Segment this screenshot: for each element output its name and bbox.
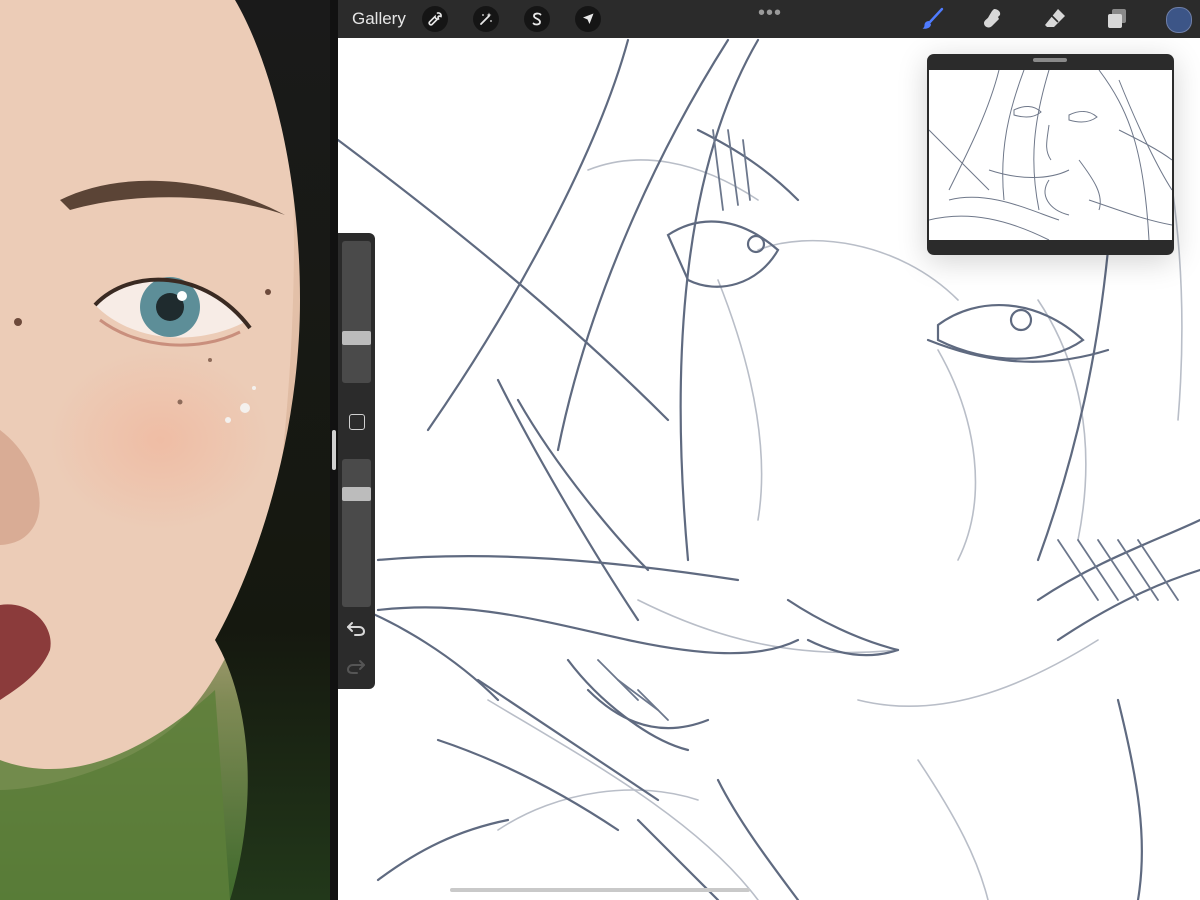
procreate-app: Gallery ••• [338, 0, 1200, 900]
brush-icon [922, 7, 944, 29]
reference-window-grab-handle[interactable] [1033, 58, 1067, 62]
color-swatch[interactable] [1166, 7, 1192, 33]
undo-icon [347, 622, 366, 636]
adjustments-button[interactable] [473, 6, 499, 32]
reference-window[interactable] [927, 54, 1174, 255]
smudge-icon [984, 9, 1001, 28]
selection-button[interactable] [524, 6, 550, 32]
more-options-icon[interactable]: ••• [758, 2, 782, 25]
wrench-icon [428, 12, 442, 26]
layers-button[interactable] [1104, 6, 1130, 32]
redo-button[interactable] [346, 657, 366, 680]
opacity-handle[interactable] [342, 487, 371, 501]
eraser-tool-button[interactable] [1042, 6, 1068, 32]
eraser-icon [1045, 9, 1065, 27]
opacity-slider[interactable] [342, 459, 371, 607]
reference-thumbnail-sketch [929, 70, 1172, 240]
arrow-cursor-icon [583, 13, 594, 24]
top-toolbar: Gallery ••• [338, 0, 1200, 38]
gallery-button[interactable]: Gallery [352, 9, 406, 29]
magic-wand-icon [480, 12, 492, 25]
sidebar [338, 233, 375, 689]
selection-s-icon [532, 12, 542, 26]
undo-button[interactable] [346, 619, 366, 642]
reference-portrait-photo [0, 0, 330, 900]
home-indicator [450, 888, 750, 892]
reference-thumbnail [929, 70, 1172, 240]
split-view-handle[interactable] [332, 430, 336, 470]
actions-button[interactable] [422, 6, 448, 32]
transform-button[interactable] [575, 6, 601, 32]
brush-size-handle[interactable] [342, 331, 371, 345]
redo-icon [346, 660, 365, 674]
brush-size-slider[interactable] [342, 241, 371, 383]
layers-icon [1108, 9, 1126, 28]
smudge-tool-button[interactable] [980, 6, 1006, 32]
brush-tool-button[interactable] [920, 6, 946, 32]
modify-button[interactable] [349, 414, 365, 430]
reference-photo-pane [0, 0, 330, 900]
